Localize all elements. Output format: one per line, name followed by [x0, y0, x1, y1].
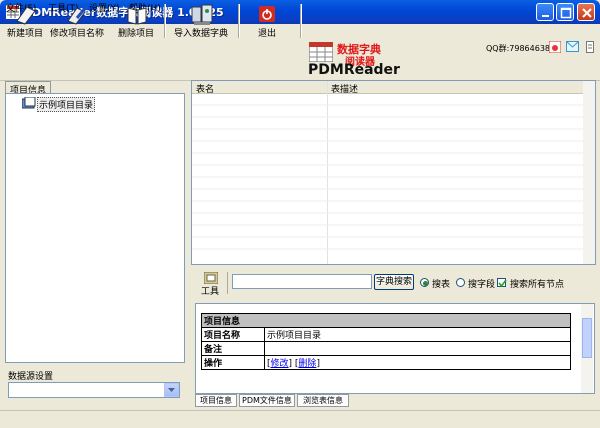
radio-selected-dot: [423, 281, 428, 286]
exit-button[interactable]: 退出: [248, 2, 286, 40]
bottom-tab-pdm-file-info[interactable]: PDM文件信息: [239, 394, 295, 407]
grid-rows: [192, 104, 583, 250]
import-dictionary-icon: [191, 4, 213, 25]
dictionary-search-button[interactable]: 字典搜索: [374, 274, 414, 290]
toolbar-separator: [227, 272, 228, 294]
delete-project-icon: [127, 7, 147, 25]
logo-brand: PDMReader: [308, 62, 400, 78]
minimize-icon: [542, 15, 549, 17]
datasource-label: 数据源设置: [8, 372, 54, 382]
toolbar-separator: [164, 4, 166, 38]
minimize-button[interactable]: [536, 3, 554, 21]
info-scrollbar[interactable]: [581, 304, 593, 393]
search-input[interactable]: [232, 274, 372, 289]
project-tree[interactable]: [5, 93, 185, 363]
folder-tree-icon: [22, 97, 36, 109]
weibo-icon[interactable]: [549, 41, 561, 53]
qq-group-text: QQ群:79864638: [486, 44, 551, 53]
scrollbar-thumb[interactable]: [582, 318, 592, 358]
logo-grid-icon: [309, 42, 333, 62]
chevron-down-icon: [168, 388, 175, 392]
bottom-tab-browse-table-info[interactable]: 浏览表信息: [297, 394, 349, 407]
info-note-label: 备注: [201, 341, 265, 356]
import-dictionary-button[interactable]: 导入数据字典: [170, 2, 232, 40]
info-name-label: 项目名称: [201, 327, 265, 342]
info-name-value: 示例项目目录: [264, 327, 571, 342]
datasource-select[interactable]: [8, 382, 180, 398]
info-note-value: [264, 341, 571, 356]
mail-icon[interactable]: [566, 41, 579, 52]
rename-project-icon: [67, 5, 89, 25]
info-ops-cell: [修改] [删除]: [264, 355, 571, 370]
power-icon: [259, 6, 275, 22]
project-info-table: 项目信息 项目名称 示例项目目录 备注 操作 [修改] [删除]: [201, 313, 571, 370]
info-header: 项目信息: [201, 313, 571, 328]
info-ops-label: 操作: [201, 355, 265, 370]
rename-project-button[interactable]: 修改项目名称: [48, 2, 106, 40]
maximize-icon: [560, 7, 572, 19]
grid-scrollbar[interactable]: [583, 81, 595, 264]
checkbox-search-all-nodes[interactable]: [497, 278, 507, 288]
bottom-tab-project-info[interactable]: 项目信息: [195, 394, 237, 407]
edit-link[interactable]: 修改: [271, 359, 289, 369]
delete-project-button[interactable]: 删除项目: [114, 2, 158, 40]
tools-icon: [204, 272, 218, 284]
dropdown-arrow-button[interactable]: [164, 383, 179, 397]
radio-search-field[interactable]: [456, 278, 465, 287]
toolbar-separator: [238, 4, 240, 38]
close-button[interactable]: [577, 3, 595, 21]
radio-search-table[interactable]: [420, 278, 429, 287]
status-bar: [0, 410, 600, 428]
maximize-button[interactable]: [556, 3, 574, 21]
checkmark-icon: [498, 279, 507, 288]
label-search-all-nodes: 搜索所有节点: [510, 280, 565, 290]
notes-icon[interactable]: [586, 41, 594, 53]
tree-item[interactable]: 示例项目目录: [37, 97, 96, 112]
label-search-table: 搜表: [432, 280, 451, 290]
tools-button[interactable]: 工具: [199, 271, 223, 297]
grid-header: [192, 81, 583, 94]
toolbar-separator: [300, 4, 302, 38]
close-icon: [582, 8, 592, 18]
delete-link[interactable]: 删除: [298, 359, 316, 369]
label-search-field: 搜字段: [468, 280, 496, 290]
new-project-icon: [16, 6, 36, 25]
new-project-button[interactable]: 新建项目: [4, 2, 46, 40]
